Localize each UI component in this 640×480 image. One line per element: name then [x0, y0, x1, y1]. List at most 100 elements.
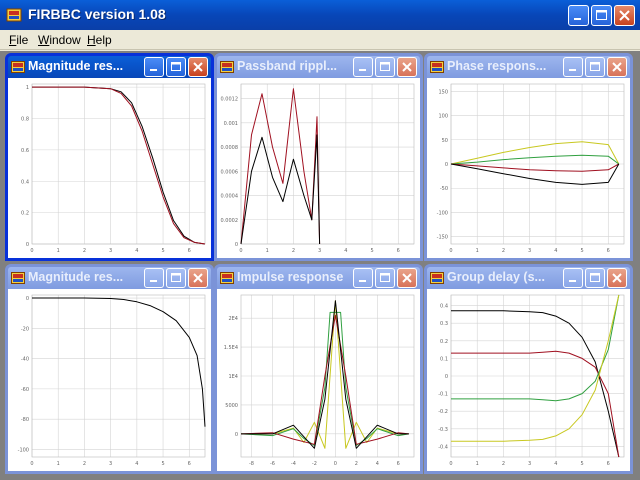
y-tick-label: 0.4 — [440, 304, 448, 310]
series-line-4 — [451, 294, 620, 442]
child-window-magnitude-linear[interactable]: Magnitude res... 0 1 2 3 4 5 6 0 0.2 0.4 0.6 0.8 1 — [5, 53, 214, 261]
minimize-icon — [574, 18, 581, 20]
menu-file[interactable]: File — [9, 33, 28, 47]
y-tick-label: 0.6 — [21, 148, 29, 154]
y-tick-label: 0.3 — [440, 321, 448, 327]
x-tick-label: 0 — [239, 248, 242, 254]
x-tick-label: 1 — [476, 248, 479, 254]
chart-app-icon — [220, 272, 234, 284]
child-minimize-button[interactable] — [353, 268, 373, 288]
y-tick-label: 2E4 — [228, 316, 238, 322]
x-tick-label: 6 — [607, 248, 610, 254]
chart-app-icon — [11, 272, 25, 284]
chart: 0 1 2 3 4 5 6 -100 -80 -60 -40 -20 0 — [18, 294, 206, 467]
child-minimize-button[interactable] — [563, 57, 583, 77]
y-tick-label: 0 — [445, 374, 448, 380]
x-tick-label: 4 — [135, 461, 138, 467]
chart: -8 -6 -4 -2 0 2 4 6 0 5000 1E4 1.5E4 2E4 — [224, 294, 415, 467]
child-title-bar[interactable]: Passband rippl... — [217, 56, 420, 78]
maximize-button[interactable] — [591, 5, 612, 26]
x-tick-label: 2 — [83, 248, 86, 254]
child-title-bar[interactable]: Magnitude res... — [8, 267, 211, 289]
menu-bar: File Window Help — [0, 30, 640, 50]
menu-help[interactable]: Help — [87, 33, 112, 47]
child-maximize-button[interactable] — [166, 57, 186, 77]
y-tick-label: -0.3 — [438, 427, 448, 433]
x-tick-label: 1 — [266, 248, 269, 254]
child-maximize-button[interactable] — [166, 268, 186, 288]
child-close-button[interactable] — [397, 268, 417, 288]
y-tick-label: 50 — [442, 138, 448, 144]
x-tick-label: 4 — [344, 248, 347, 254]
close-button[interactable] — [614, 5, 635, 26]
y-tick-label: -50 — [440, 186, 448, 192]
child-title-bar[interactable]: Magnitude res... — [8, 56, 211, 78]
child-minimize-button[interactable] — [563, 268, 583, 288]
child-title-bar[interactable]: Impulse response — [217, 267, 420, 289]
maximize-icon — [380, 62, 390, 71]
chart-app-icon — [11, 61, 25, 73]
x-tick-label: -4 — [291, 461, 296, 467]
child-window-magnitude-db[interactable]: Magnitude res... 0 1 2 3 4 5 6 -100 -80 -60 -40 -20 0 — [5, 264, 214, 474]
minimize-icon — [359, 69, 366, 71]
child-close-button[interactable] — [188, 57, 208, 77]
child-maximize-button[interactable] — [375, 268, 395, 288]
x-tick-label: 3 — [528, 248, 531, 254]
child-close-button[interactable] — [607, 57, 627, 77]
child-title: Magnitude res... — [28, 59, 124, 73]
y-tick-label: 0.0008 — [221, 145, 239, 151]
child-minimize-button[interactable] — [144, 57, 164, 77]
minimize-button[interactable] — [568, 5, 589, 26]
app-window: FIRBBC version 1.08 File Window Help Mag… — [0, 0, 640, 480]
close-icon — [612, 273, 622, 283]
app-icon — [6, 8, 22, 22]
child-close-button[interactable] — [607, 268, 627, 288]
y-tick-label: -150 — [437, 235, 448, 241]
x-tick-label: 4 — [135, 248, 138, 254]
plot-area: 0 1 2 3 4 5 6 0 0.0002 0.0004 0.0006 0.0008 0.001 0.0… — [217, 78, 420, 258]
child-title: Phase respons... — [447, 59, 547, 73]
menu-window[interactable]: Window — [38, 33, 81, 47]
series-line-2 — [240, 134, 321, 245]
child-window-group-delay[interactable]: Group delay (s... 0 1 2 3 4 5 6 -0.4 -0.3 -0.2 -0.1… — [424, 264, 633, 474]
child-maximize-button[interactable] — [375, 57, 395, 77]
chart-app-icon — [430, 272, 444, 284]
child-maximize-button[interactable] — [585, 57, 605, 77]
child-title: Impulse response — [237, 270, 344, 284]
plot-area: 0 1 2 3 4 5 6 -100 -80 -60 -40 -20 0 — [8, 289, 211, 471]
child-title: Magnitude res... — [28, 270, 124, 284]
y-tick-label: 0 — [235, 432, 238, 438]
x-tick-label: 1 — [476, 461, 479, 467]
y-tick-label: -40 — [21, 357, 29, 363]
x-tick-label: 5 — [161, 248, 164, 254]
x-tick-label: 0 — [449, 248, 452, 254]
series-line-4 — [450, 163, 620, 185]
x-tick-label: 6 — [188, 461, 191, 467]
child-window-impulse-response[interactable]: Impulse response -8 -6 -4 -2 0 2 4 6 0 5000 1E4 1.5E… — [214, 264, 423, 474]
y-tick-label: 0.4 — [21, 179, 29, 185]
child-window-passband-ripple[interactable]: Passband rippl... 0 1 2 3 4 5 6 0 0.0002 0.0004 0.0… — [214, 53, 423, 261]
plot-area: 0 1 2 3 4 5 6 -0.4 -0.3 -0.2 -0.1 0 0.1 0.2 0.3 0.4 — [427, 289, 630, 471]
child-minimize-button[interactable] — [353, 57, 373, 77]
child-maximize-button[interactable] — [585, 268, 605, 288]
y-tick-label: -80 — [21, 417, 29, 423]
child-close-button[interactable] — [397, 57, 417, 77]
child-close-button[interactable] — [188, 268, 208, 288]
x-tick-label: -6 — [270, 461, 275, 467]
child-title-bar[interactable]: Group delay (s... — [427, 267, 630, 289]
x-tick-label: 0 — [30, 461, 33, 467]
y-tick-label: 0.1 — [440, 356, 448, 362]
window-title: FIRBBC version 1.08 — [28, 6, 166, 22]
child-minimize-button[interactable] — [144, 268, 164, 288]
series-line-1 — [451, 310, 620, 458]
x-tick-label: 3 — [528, 461, 531, 467]
minimize-icon — [150, 280, 157, 282]
title-bar[interactable]: FIRBBC version 1.08 — [0, 0, 640, 30]
child-title-bar[interactable]: Phase respons... — [427, 56, 630, 78]
plot-area: 0 1 2 3 4 5 6 0 0.2 0.4 0.6 0.8 1 — [8, 78, 211, 258]
plot-area: 0 1 2 3 4 5 6 -150 -100 -50 0 50 100 150 — [427, 78, 630, 258]
child-window-phase-response[interactable]: Phase respons... 0 1 2 3 4 5 6 -150 -100 -50 0 50 100… — [424, 53, 633, 261]
x-tick-label: 3 — [109, 248, 112, 254]
x-tick-label: 6 — [607, 461, 610, 467]
x-tick-label: -2 — [312, 461, 317, 467]
